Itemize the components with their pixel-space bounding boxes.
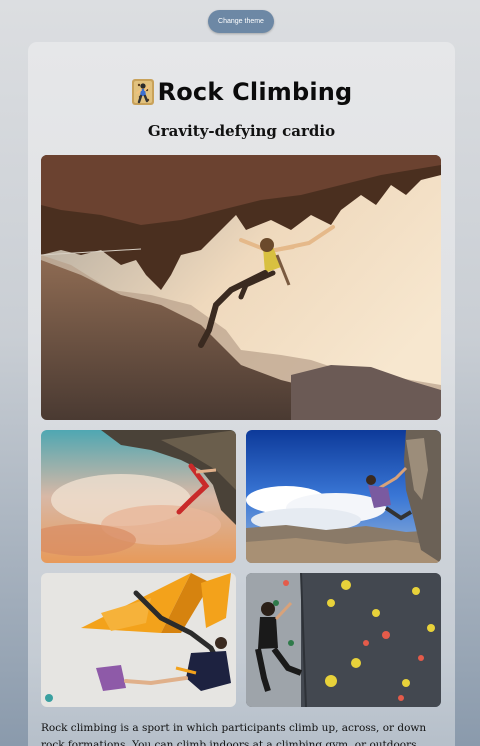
title-row: Rock Climbing: [28, 74, 455, 110]
content-card: Rock Climbing Gravity-defying cardio Roc…: [28, 42, 455, 746]
page-title: Rock Climbing: [157, 78, 353, 106]
page-subtitle: Gravity-defying cardio: [147, 122, 336, 140]
hero-photo: [41, 155, 441, 420]
gallery-photo-4: [246, 573, 441, 707]
person-climbing-icon: [131, 78, 155, 106]
gallery-photo-2: [246, 430, 441, 563]
gallery-photo-3: [41, 573, 236, 707]
change-theme-button[interactable]: Change theme: [208, 10, 274, 33]
gallery-photo-1: [41, 430, 236, 563]
description-text: Rock climbing is a sport in which partic…: [41, 722, 427, 746]
